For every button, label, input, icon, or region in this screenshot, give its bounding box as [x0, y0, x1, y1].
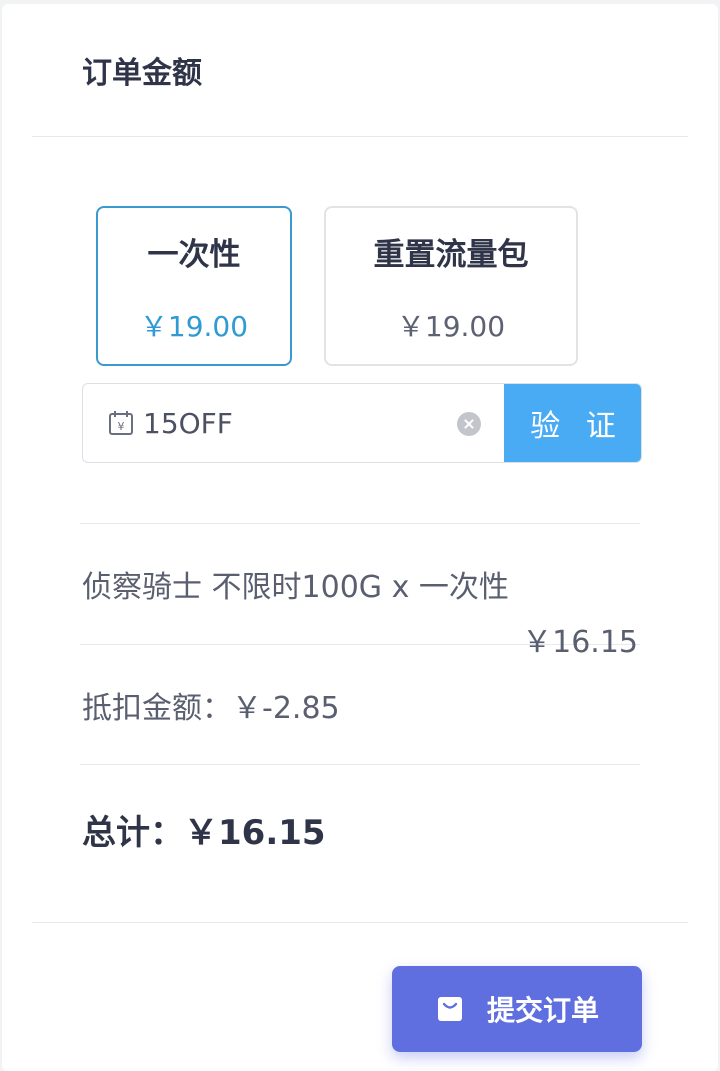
plan-option-one-time[interactable]: 一次性 ￥19.00 — [96, 206, 292, 366]
discount-divider — [80, 764, 640, 765]
summary-divider-top — [80, 523, 640, 524]
footer-divider — [32, 922, 688, 923]
plan-price: ￥19.00 — [139, 310, 249, 343]
plan-price: ￥19.00 — [396, 310, 506, 343]
submit-order-label: 提交订单 — [486, 994, 599, 1027]
coupon-input[interactable] — [143, 396, 503, 450]
svg-text:¥: ¥ — [118, 420, 125, 433]
submit-order-button[interactable]: 提交订单 — [392, 966, 642, 1052]
page-title: 订单金额 — [82, 56, 202, 91]
line-item-price: ￥16.15 — [522, 625, 638, 660]
coupon-field: ¥ 验 证 — [82, 383, 642, 463]
line-item-description: 侦察骑士 不限时100G x 一次性 — [82, 570, 509, 605]
clear-icon[interactable] — [457, 412, 481, 436]
calendar-yen-icon: ¥ — [109, 411, 133, 435]
header-divider — [32, 136, 688, 137]
discount-amount: 抵扣金额：￥-2.85 — [82, 691, 340, 726]
verify-button[interactable]: 验 证 — [504, 384, 641, 462]
plan-option-reset-traffic[interactable]: 重置流量包 ￥19.00 — [324, 206, 578, 366]
plan-name: 重置流量包 — [373, 237, 529, 273]
shopping-bag-icon — [437, 997, 462, 1021]
plan-name: 一次性 — [147, 237, 241, 273]
order-card: 订单金额 一次性 ￥19.00 重置流量包 ￥19.00 ¥ 验 证 侦察骑士 … — [2, 4, 718, 1071]
order-total: 总计：￥16.15 — [82, 813, 326, 853]
